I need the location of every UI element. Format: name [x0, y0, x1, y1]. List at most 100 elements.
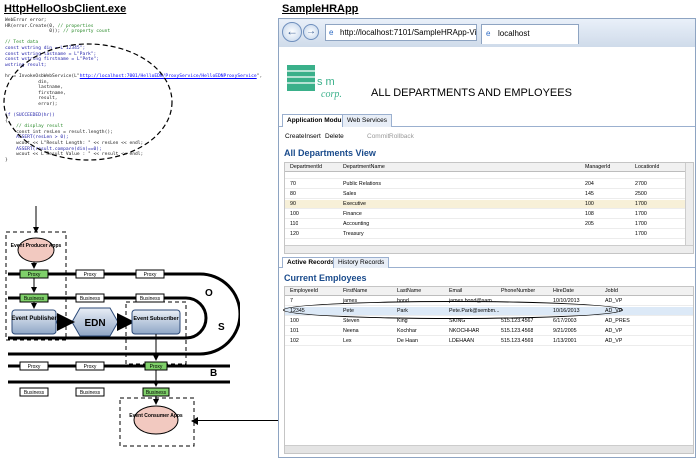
- tab-web-services[interactable]: Web Services: [342, 114, 392, 127]
- back-icon[interactable]: ←: [282, 22, 302, 42]
- table-cell: 120: [290, 231, 299, 237]
- table-cell: 1700: [635, 221, 647, 227]
- table-header: DepartmentId DepartmentName ManagerId Lo…: [285, 163, 693, 172]
- code-line: HR(error.Create(0,: [5, 23, 58, 29]
- business-label: Business: [80, 390, 101, 396]
- table-cell: 101: [290, 328, 299, 334]
- departments-title: All Departments View: [284, 148, 376, 158]
- business-label: Business: [24, 390, 45, 396]
- table-cell: 102: [290, 338, 299, 344]
- code-comment: // property count: [63, 29, 111, 35]
- browser-tab[interactable]: e localhost: [481, 24, 579, 44]
- delete-button[interactable]: Delete: [325, 133, 344, 140]
- subscriber-label: Event Subscriber: [133, 316, 179, 322]
- business-label: Business: [146, 390, 167, 396]
- table-cell: 70: [290, 181, 296, 187]
- proxy-label: Proxy: [150, 364, 163, 370]
- table-row[interactable]: 100 Finance 108 1700: [285, 210, 693, 219]
- browser-navbar: ← → e http://localhost:7101/SampleHRApp-…: [279, 19, 695, 47]
- table-cell: 1700: [635, 231, 647, 237]
- column-header: FirstName: [343, 288, 368, 294]
- osb-diagram: O S B Event Producer Apps Proxy Proxy Pr…: [5, 206, 240, 447]
- producer-label: Event Producer Apps: [11, 243, 62, 249]
- arrowhead-icon: [191, 417, 198, 425]
- code-line: 0));: [5, 29, 64, 35]
- table-cell: 80: [290, 191, 296, 197]
- logo-text: s m: [317, 76, 335, 88]
- table-cell: 515.123.4568: [501, 328, 534, 334]
- table-cell: King: [397, 318, 408, 324]
- employees-title: Current Employees: [284, 273, 367, 283]
- column-header: ManagerId: [585, 164, 611, 170]
- module-tabs: Application Module Web Services: [279, 113, 695, 127]
- table-cell: Finance: [343, 211, 362, 217]
- url-text: http://localhost:7101/SampleHRApp-ViewCo…: [340, 28, 477, 37]
- table-cell: AD_VP: [605, 298, 623, 304]
- page-content: s m corp. ALL DEPARTMENTS AND EMPLOYEES …: [279, 47, 695, 457]
- table-cell: 6/17/2003: [553, 318, 577, 324]
- table-row[interactable]: 101 Neena Kochhar NKOCHHAR 515.123.4568 …: [285, 327, 693, 336]
- logo-text: corp.: [321, 89, 342, 100]
- record-tabs: Active Records History Records: [279, 256, 695, 268]
- table-row-selected[interactable]: 90 Executive 100 1700: [285, 200, 693, 209]
- table-cell: 100: [585, 201, 594, 207]
- column-header: LocationId: [635, 164, 660, 170]
- column-header: DepartmentName: [343, 164, 385, 170]
- table-cell: 1/13/2001: [553, 338, 577, 344]
- table-cell: Kochhar: [397, 328, 417, 334]
- browser-window: ← → e http://localhost:7101/SampleHRApp-…: [278, 18, 696, 458]
- table-cell: 205: [585, 221, 594, 227]
- horizontal-scrollbar[interactable]: [285, 445, 693, 453]
- layer-s-label: S: [218, 322, 225, 333]
- table-cell: 515.123.4569: [501, 338, 534, 344]
- column-header: HireDate: [553, 288, 574, 294]
- table-cell: Lex: [343, 338, 352, 344]
- table-cell: AD_VP: [605, 328, 623, 334]
- table-cell: 2500: [635, 191, 647, 197]
- table-cell: Treasury: [343, 231, 364, 237]
- table-cell: Neena: [343, 328, 359, 334]
- table-row[interactable]: 120 Treasury 1700: [285, 230, 693, 239]
- forward-icon[interactable]: →: [303, 24, 319, 40]
- app-title: SampleHRApp: [282, 3, 359, 15]
- proxy-label: Proxy: [28, 272, 41, 278]
- table-cell: 100: [290, 318, 299, 324]
- table-cell: De Haan: [397, 338, 418, 344]
- table-row[interactable]: 110 Accounting 205 1700: [285, 220, 693, 229]
- table-row[interactable]: 80 Sales 145 2500: [285, 190, 693, 199]
- company-logo: s m corp.: [287, 65, 342, 100]
- page-icon: e: [329, 28, 334, 37]
- connector-arrow: [196, 420, 280, 421]
- table-cell: NKOCHHAR: [449, 328, 480, 334]
- rollback-button[interactable]: Rollback: [389, 133, 414, 140]
- page-icon: e: [486, 29, 491, 38]
- business-label: Business: [140, 296, 161, 302]
- publisher-label: Event Publisher: [11, 316, 57, 322]
- layer-b-label: B: [210, 368, 217, 379]
- address-bar[interactable]: e http://localhost:7101/SampleHRApp-View…: [325, 24, 477, 41]
- column-header: LastName: [397, 288, 422, 294]
- horizontal-scrollbar[interactable]: [285, 245, 693, 253]
- vertical-scrollbar[interactable]: [685, 163, 693, 245]
- table-cell: 108: [585, 211, 594, 217]
- table-cell: 1700: [635, 211, 647, 217]
- table-row[interactable]: 70 Public Relations 204 2700: [285, 180, 693, 189]
- tab-active-records[interactable]: Active Records: [282, 257, 340, 268]
- tab-history-records[interactable]: History Records: [333, 257, 390, 268]
- column-header: Email: [449, 288, 463, 294]
- table-row[interactable]: [285, 173, 693, 179]
- table-cell: Sales: [343, 191, 357, 197]
- consumer-label: Event Consumer Apps: [129, 413, 183, 419]
- column-header: EmployeeId: [290, 288, 318, 294]
- layer-o-label: O: [205, 288, 213, 299]
- table-cell: 1700: [635, 201, 647, 207]
- highlight-ellipse: [283, 301, 623, 319]
- business-label: Business: [24, 296, 45, 302]
- create-insert-button[interactable]: CreateInsert: [285, 133, 321, 140]
- commit-button[interactable]: Commit: [367, 133, 389, 140]
- table-cell: LDEHAAN: [449, 338, 475, 344]
- table-cell: Public Relations: [343, 181, 381, 187]
- proxy-label: Proxy: [84, 364, 97, 370]
- table-cell: 145: [585, 191, 594, 197]
- table-row[interactable]: 102 Lex De Haan LDEHAAN 515.123.4569 1/1…: [285, 337, 693, 346]
